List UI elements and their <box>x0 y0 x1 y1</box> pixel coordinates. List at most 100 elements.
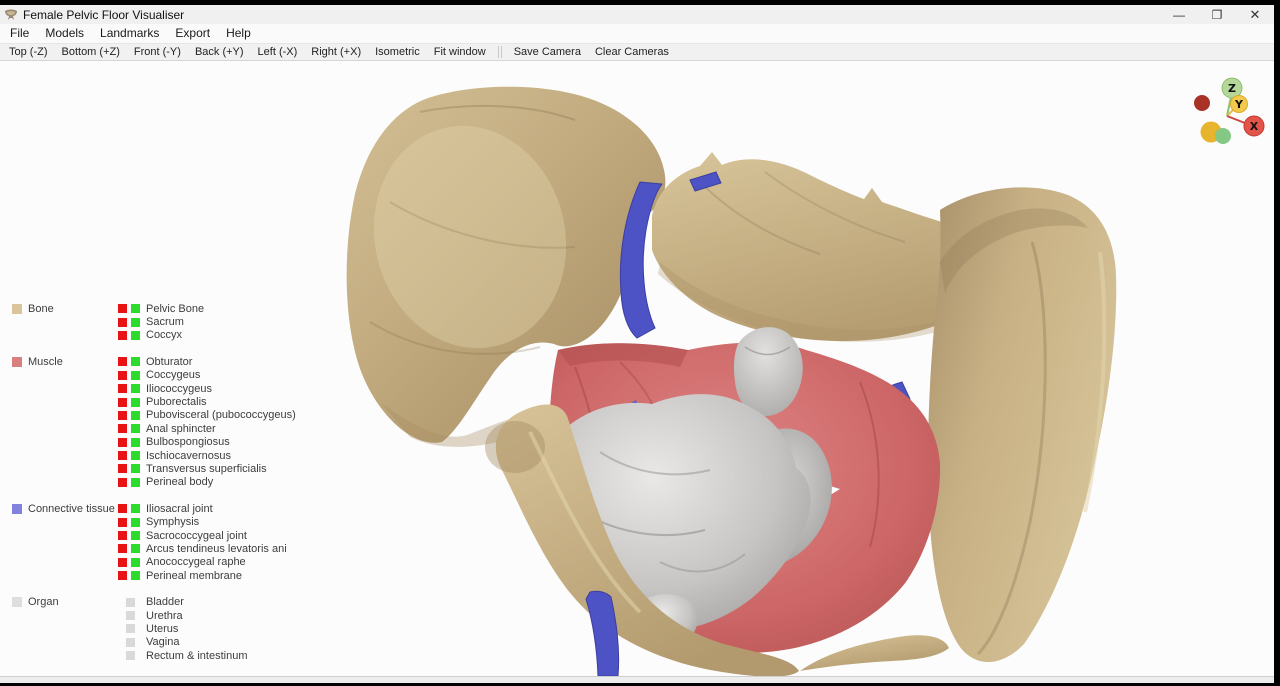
view-button[interactable]: Top (-Z) <box>2 46 55 58</box>
menu-item[interactable]: Landmarks <box>92 24 167 43</box>
show-checkbox[interactable] <box>131 558 140 567</box>
legend-item-label: Puborectalis <box>146 396 207 408</box>
window-controls: — ❐ ✕ <box>1160 5 1274 24</box>
show-checkbox[interactable] <box>131 304 140 313</box>
axis-ball-neg-z[interactable] <box>1215 128 1231 144</box>
view-button[interactable]: Isometric <box>368 46 427 58</box>
hide-checkbox[interactable] <box>118 464 127 473</box>
legend-item-label: Anococcygeal raphe <box>146 556 246 568</box>
legend-category: Connective tissue <box>12 502 118 515</box>
hide-checkbox[interactable] <box>118 504 127 513</box>
disabled-checkbox[interactable] <box>126 638 135 647</box>
app-icon <box>4 9 18 21</box>
minimize-button[interactable]: — <box>1160 5 1198 24</box>
show-checkbox[interactable] <box>131 531 140 540</box>
hide-checkbox[interactable] <box>118 544 127 553</box>
show-checkbox[interactable] <box>131 544 140 553</box>
legend-item: Anococcygeal raphe <box>118 556 287 569</box>
legend-item: Bulbospongiosus <box>118 436 296 449</box>
show-checkbox[interactable] <box>131 518 140 527</box>
menu-item[interactable]: Models <box>37 24 92 43</box>
disabled-checkbox[interactable] <box>126 651 135 660</box>
show-checkbox[interactable] <box>131 464 140 473</box>
camera-button[interactable]: Save Camera <box>507 46 588 58</box>
legend-category-swatch <box>12 597 22 607</box>
hide-checkbox[interactable] <box>118 478 127 487</box>
hide-checkbox[interactable] <box>118 438 127 447</box>
hide-checkbox[interactable] <box>118 384 127 393</box>
view-button[interactable]: Back (+Y) <box>188 46 251 58</box>
legend-item-label: Bladder <box>146 596 184 608</box>
legend-item-list: Obturator Coccygeus Iliococcygeus Pubore… <box>118 355 296 489</box>
legend-category: Muscle <box>12 355 118 368</box>
hide-checkbox[interactable] <box>118 451 127 460</box>
legend-category-swatch <box>12 504 22 514</box>
axis-x-label: X <box>1250 120 1259 133</box>
hide-checkbox[interactable] <box>118 331 127 340</box>
show-checkbox[interactable] <box>131 451 140 460</box>
legend-item: Rectum & intestinum <box>118 649 247 662</box>
maximize-button[interactable]: ❐ <box>1198 5 1236 24</box>
hide-checkbox[interactable] <box>118 571 127 580</box>
hide-checkbox[interactable] <box>118 318 127 327</box>
axis-orientation-widget[interactable]: Z Y X <box>1182 73 1274 157</box>
menu-item[interactable]: File <box>2 24 37 43</box>
hide-checkbox[interactable] <box>118 518 127 527</box>
show-checkbox[interactable] <box>131 411 140 420</box>
legend-item: Uterus <box>118 622 247 635</box>
legend-category: Bone <box>12 302 118 315</box>
camera-toolbar: Top (-Z)Bottom (+Z)Front (-Y)Back (+Y)Le… <box>0 43 1274 61</box>
disabled-checkbox[interactable] <box>126 611 135 620</box>
axis-ball-neg-x[interactable] <box>1194 95 1210 111</box>
legend-item: Transversus superficialis <box>118 462 296 475</box>
hide-checkbox[interactable] <box>118 531 127 540</box>
view-button[interactable]: Fit window <box>427 46 493 58</box>
window-title: Female Pelvic Floor Visualiser <box>23 8 184 22</box>
render-viewport[interactable]: Bone Pelvic Bone Sacrum Coccyx Muscle Ob… <box>0 61 1274 676</box>
legend-item-label: Arcus tendineus levatoris ani <box>146 543 287 555</box>
axis-y-label: Y <box>1234 98 1244 111</box>
show-checkbox[interactable] <box>131 571 140 580</box>
show-checkbox[interactable] <box>131 398 140 407</box>
show-checkbox[interactable] <box>131 384 140 393</box>
hide-checkbox[interactable] <box>118 411 127 420</box>
disabled-checkbox[interactable] <box>126 624 135 633</box>
legend-group: Muscle Obturator Coccygeus Iliococcygeus… <box>12 355 296 489</box>
legend-item-label: Uterus <box>146 623 178 635</box>
legend: Bone Pelvic Bone Sacrum Coccyx Muscle Ob… <box>12 302 296 675</box>
legend-category-label: Connective tissue <box>28 503 115 515</box>
legend-category-label: Muscle <box>28 356 63 368</box>
show-checkbox[interactable] <box>131 438 140 447</box>
view-button[interactable]: Bottom (+Z) <box>55 46 127 58</box>
menu-item[interactable]: Help <box>218 24 259 43</box>
right-iliac-bone[interactable] <box>928 187 1116 662</box>
hide-checkbox[interactable] <box>118 424 127 433</box>
view-button[interactable]: Front (-Y) <box>127 46 188 58</box>
show-checkbox[interactable] <box>131 318 140 327</box>
disabled-checkbox[interactable] <box>126 598 135 607</box>
legend-item-label: Rectum & intestinum <box>146 650 247 662</box>
show-checkbox[interactable] <box>131 504 140 513</box>
hide-checkbox[interactable] <box>118 357 127 366</box>
show-checkbox[interactable] <box>131 331 140 340</box>
hide-checkbox[interactable] <box>118 398 127 407</box>
hide-checkbox[interactable] <box>118 558 127 567</box>
show-checkbox[interactable] <box>131 357 140 366</box>
legend-item-label: Coccygeus <box>146 369 200 381</box>
view-button[interactable]: Left (-X) <box>251 46 305 58</box>
show-checkbox[interactable] <box>131 478 140 487</box>
show-checkbox[interactable] <box>131 424 140 433</box>
legend-item: Perineal body <box>118 476 296 489</box>
show-checkbox[interactable] <box>131 371 140 380</box>
menu-item[interactable]: Export <box>167 24 218 43</box>
close-button[interactable]: ✕ <box>1236 5 1274 24</box>
legend-item: Puborectalis <box>118 395 296 408</box>
view-button[interactable]: Right (+X) <box>304 46 368 58</box>
legend-item-label: Pubovisceral (pubococcygeus) <box>146 409 296 421</box>
legend-item-label: Iliosacral joint <box>146 503 213 515</box>
hide-checkbox[interactable] <box>118 371 127 380</box>
hide-checkbox[interactable] <box>118 304 127 313</box>
legend-item-label: Iliococcygeus <box>146 383 212 395</box>
legend-item-label: Transversus superficialis <box>146 463 267 475</box>
camera-button[interactable]: Clear Cameras <box>588 46 676 58</box>
